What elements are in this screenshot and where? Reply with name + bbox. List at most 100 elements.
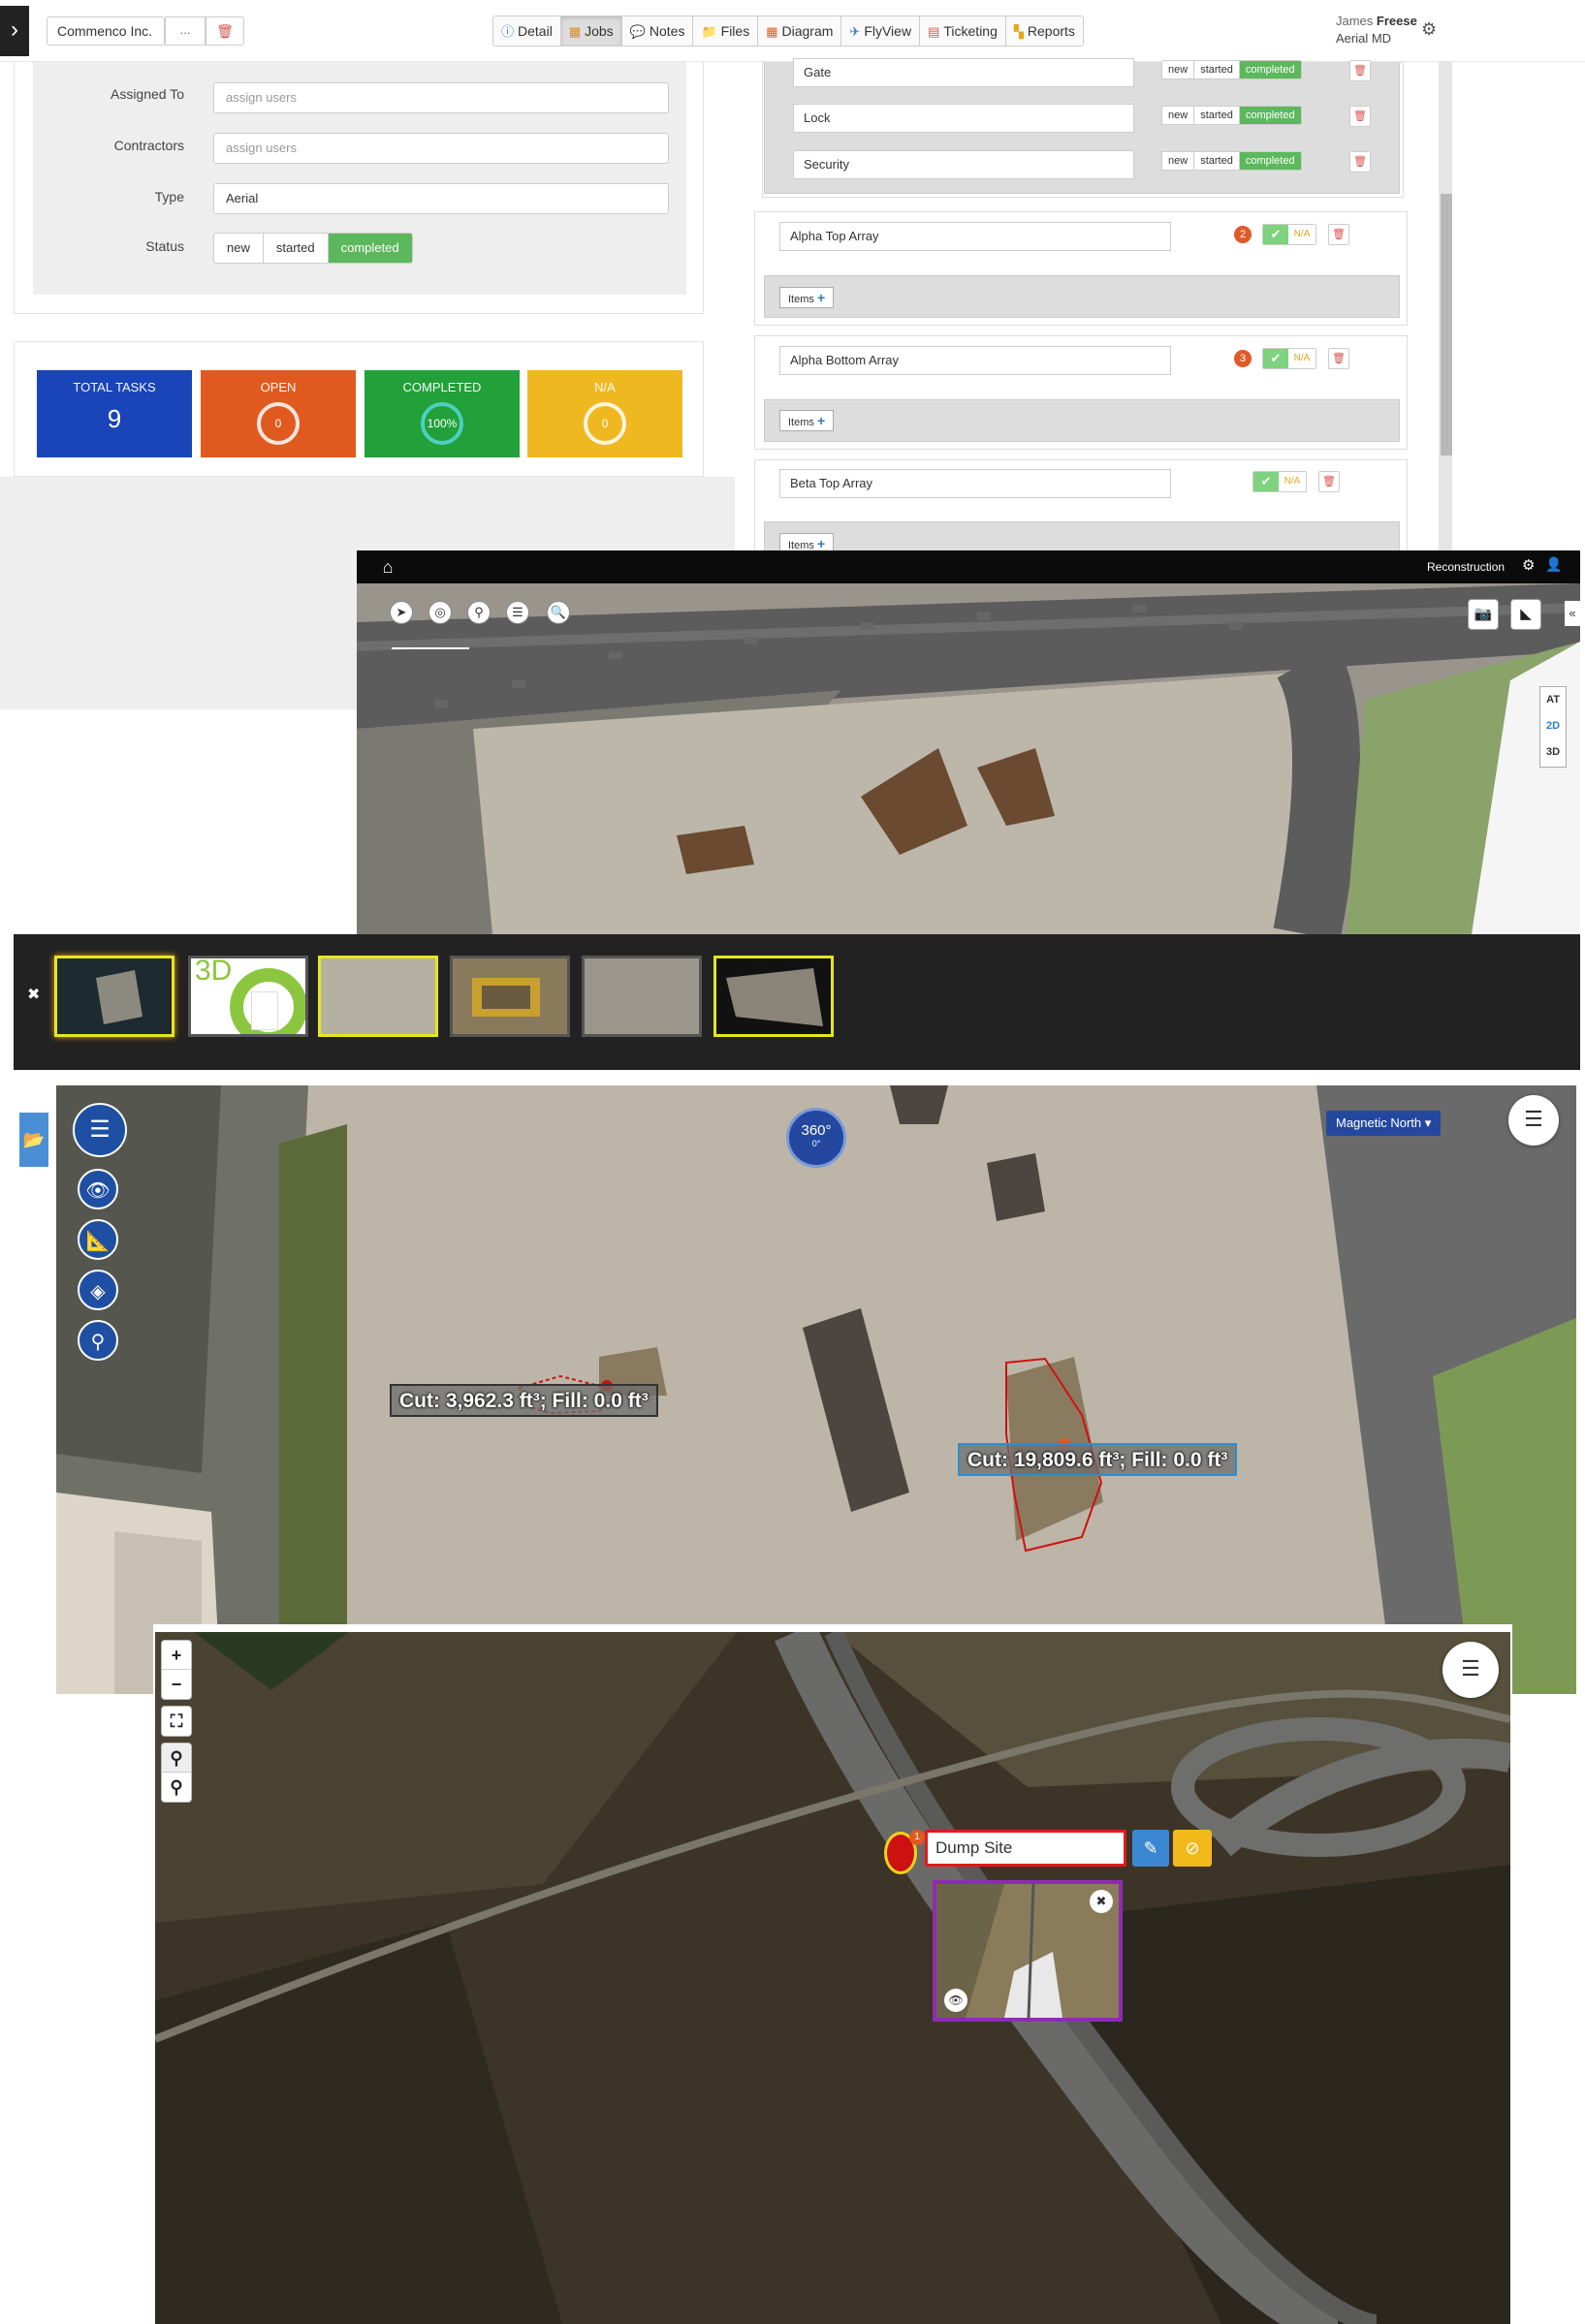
folder-icon[interactable]: 📂 (19, 1113, 48, 1167)
poi-name-input[interactable]: Dump Site (925, 1830, 1126, 1867)
eye-icon[interactable]: 👁 (78, 1169, 118, 1209)
status-completed-button[interactable]: completed (328, 234, 412, 263)
ruler-icon[interactable]: 📐 (78, 1219, 118, 1260)
compass-widget[interactable]: 360° 0° (786, 1108, 846, 1168)
collapse-panel-icon[interactable]: « (1565, 601, 1580, 626)
settings-gear-icon[interactable]: ⚙ (1421, 19, 1437, 40)
list-icon[interactable]: ☰ (506, 601, 529, 624)
scrollbar-thumb[interactable] (1441, 194, 1452, 455)
status-new-button[interactable]: new (214, 234, 264, 263)
poi-photo-card[interactable]: ✖ 👁 (933, 1880, 1123, 2022)
view-mode-3d[interactable]: 3D (1540, 739, 1566, 766)
trash-icon[interactable]: 🗑 (1328, 348, 1349, 369)
zoom-out-button[interactable]: − (162, 1670, 191, 1699)
task-name-input[interactable]: Beta Top Array (779, 469, 1171, 498)
pin-icon[interactable]: ⚲ (467, 601, 491, 624)
fullscreen-icon[interactable]: ⛶ (162, 1707, 191, 1736)
layers-icon[interactable]: ◈ (78, 1270, 118, 1310)
task-name-input[interactable]: Alpha Bottom Array (779, 346, 1171, 375)
home-icon[interactable]: ⌂ (368, 554, 407, 580)
more-button[interactable]: ... (165, 16, 206, 46)
stat-total-tasks[interactable]: TOTAL TASKS 9 (37, 370, 192, 457)
filmstrip-thumb-3d[interactable]: 3D (188, 956, 308, 1037)
stat-completed[interactable]: COMPLETED 100% (365, 370, 520, 457)
trash-icon[interactable]: 🗑 (1349, 60, 1371, 81)
trash-icon[interactable]: 🗑 (1349, 106, 1371, 127)
cut-fill-label[interactable]: Cut: 19,809.6 ft³; Fill: 0.0 ft³ (958, 1443, 1238, 1476)
tab-flyview[interactable]: ✈ FlyView (841, 16, 921, 46)
filmstrip-thumb[interactable] (713, 956, 834, 1037)
pin-alt-icon[interactable]: ⚲ (162, 1773, 191, 1802)
hide-icon[interactable]: ⊘ (1173, 1830, 1212, 1867)
volume-map[interactable] (56, 1085, 1576, 1694)
delete-button[interactable]: 🗑 (206, 16, 244, 46)
tab-ticketing[interactable]: ▤ Ticketing (920, 16, 1006, 46)
gear-icon[interactable]: ⚙ (1522, 556, 1535, 574)
poi-map[interactable] (155, 1632, 1510, 2324)
na-button[interactable]: N/A (1288, 349, 1316, 368)
view-mode-at[interactable]: AT (1540, 687, 1566, 713)
items-button[interactable]: Items + (779, 410, 835, 431)
close-icon[interactable]: ✖ (27, 985, 40, 1004)
status-started-button[interactable]: started (1194, 61, 1240, 79)
user-icon[interactable]: 👤 (1545, 556, 1562, 573)
filmstrip-thumb[interactable] (582, 956, 702, 1037)
status-started-button[interactable]: started (1194, 107, 1240, 124)
layer-list-icon[interactable]: ☰ (1508, 1095, 1559, 1146)
na-button[interactable]: N/A (1279, 472, 1306, 491)
tab-files[interactable]: 📁 Files (693, 16, 759, 46)
sub-item-input[interactable]: Security (793, 150, 1134, 179)
status-new-button[interactable]: new (1162, 107, 1195, 124)
aerial-orthophoto[interactable] (357, 583, 1580, 934)
status-new-button[interactable]: new (1162, 152, 1195, 170)
status-started-button[interactable]: started (263, 234, 329, 263)
pin-icon[interactable]: ⚲ (78, 1320, 118, 1361)
stat-open[interactable]: OPEN 0 (201, 370, 356, 457)
filmstrip-thumb[interactable] (54, 956, 174, 1037)
status-completed-button[interactable]: completed (1239, 61, 1301, 79)
check-icon[interactable]: ✔ (1253, 472, 1279, 491)
tab-detail[interactable]: ⓘ Detail (493, 16, 561, 46)
camera-icon[interactable]: 📷 (1468, 599, 1499, 630)
close-icon[interactable]: ✖ (1090, 1890, 1113, 1913)
pin-icon[interactable]: ⚲ (162, 1743, 191, 1773)
trash-icon[interactable]: 🗑 (1349, 151, 1371, 173)
stat-na[interactable]: N/A 0 (527, 370, 682, 457)
status-new-button[interactable]: new (1162, 61, 1195, 79)
sidebar-toggle[interactable]: › (0, 6, 29, 56)
trash-icon[interactable]: 🗑 (1318, 471, 1340, 492)
menu-icon[interactable]: ☰ (73, 1103, 127, 1157)
cut-fill-label[interactable]: Cut: 3,962.3 ft³; Fill: 0.0 ft³ (390, 1384, 658, 1417)
trash-icon[interactable]: 🗑 (1328, 224, 1349, 245)
north-reference-dropdown[interactable]: Magnetic North ▾ (1326, 1111, 1442, 1136)
check-icon[interactable]: ✔ (1263, 349, 1288, 368)
items-button[interactable]: Items + (779, 287, 835, 308)
type-input[interactable]: Aerial (213, 183, 669, 214)
na-button[interactable]: N/A (1288, 225, 1316, 244)
assigned-to-input[interactable]: assign users (213, 82, 669, 113)
tab-diagram[interactable]: ▦ Diagram (758, 16, 842, 46)
status-completed-button[interactable]: completed (1239, 152, 1301, 170)
locate-icon[interactable]: ◎ (428, 601, 452, 624)
tab-reports[interactable]: ▚ Reports (1005, 16, 1083, 46)
edit-icon[interactable]: ✎ (1132, 1830, 1169, 1867)
user-name[interactable]: James Freese (1336, 14, 1417, 28)
contractors-input[interactable]: assign users (213, 133, 669, 164)
measure-icon[interactable]: ◣ (1510, 599, 1541, 630)
task-name-input[interactable]: Alpha Top Array (779, 222, 1171, 251)
check-icon[interactable]: ✔ (1263, 225, 1288, 244)
filmstrip-thumb[interactable] (318, 956, 438, 1037)
sub-item-input[interactable]: Gate (793, 58, 1134, 87)
status-completed-button[interactable]: completed (1239, 107, 1301, 124)
tab-notes[interactable]: 💬 Notes (621, 16, 694, 46)
filmstrip-thumb[interactable] (450, 956, 570, 1037)
compass-icon[interactable]: ➤ (390, 601, 413, 624)
search-icon[interactable]: 🔍 (547, 601, 570, 624)
status-started-button[interactable]: started (1194, 152, 1240, 170)
company-selector[interactable]: Commenco Inc. (47, 16, 165, 46)
zoom-in-button[interactable]: + (162, 1641, 191, 1670)
sub-item-input[interactable]: Lock (793, 104, 1134, 133)
layer-list-icon[interactable]: ☰ (1442, 1642, 1499, 1698)
eye-icon[interactable]: 👁 (944, 1989, 967, 2012)
tab-jobs[interactable]: ▦ Jobs (560, 16, 622, 46)
